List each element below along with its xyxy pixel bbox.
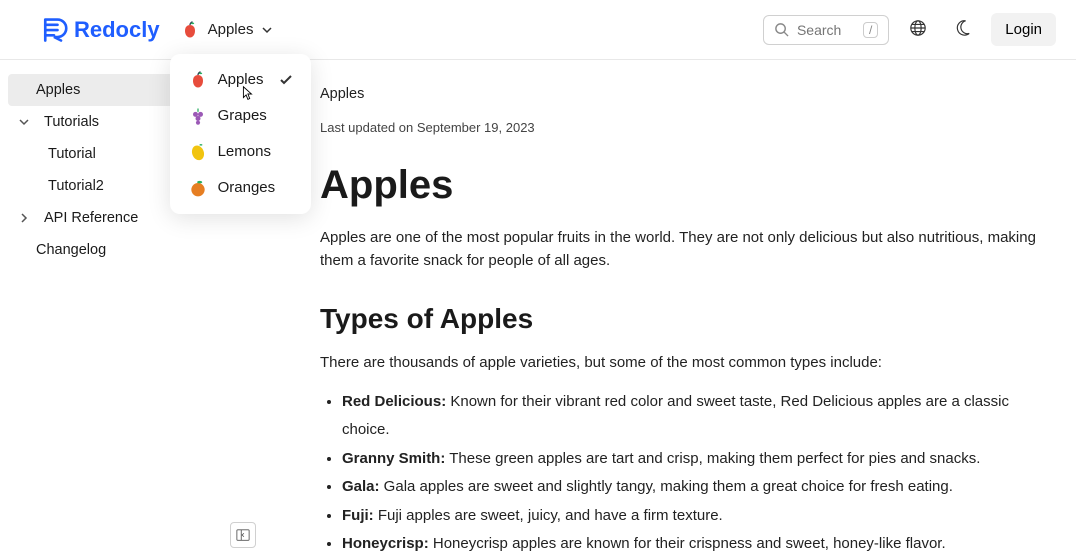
list-item: Red Delicious: Known for their vibrant r…: [342, 388, 1036, 445]
dropdown-item-lemons[interactable]: Lemons: [170, 134, 312, 170]
sidebar-item-changelog[interactable]: Changelog: [0, 234, 280, 266]
product-switcher: Apples Apples Grapes Lemons Oranges: [170, 14, 284, 46]
dropdown-label: Oranges: [218, 179, 276, 196]
list-item: Gala: Gala apples are sweet and slightly…: [342, 473, 1036, 502]
list-item: Granny Smith: These green apples are tar…: [342, 445, 1036, 474]
page-title: Apples: [320, 163, 1036, 208]
dropdown-item-oranges[interactable]: Oranges: [170, 170, 312, 206]
search-kbd: /: [863, 22, 878, 38]
chevron-right-icon: [18, 212, 30, 224]
product-current-label: Apples: [208, 21, 254, 38]
sidebar-item-label: API Reference: [44, 210, 138, 226]
sidebar-item-label: Tutorial: [48, 146, 96, 162]
sidebar-collapse-button[interactable]: [230, 522, 256, 548]
body: Apples Tutorials Tutorial Tutorial2 API …: [0, 60, 1076, 558]
logo[interactable]: Redocly: [40, 16, 160, 44]
dropdown-label: Lemons: [218, 143, 271, 160]
main-content: Apples Last updated on September 19, 202…: [280, 60, 1076, 558]
top-header: Redocly Apples Apples Grapes Lemons: [0, 0, 1076, 60]
chevron-down-icon: [18, 116, 30, 128]
dropdown-label: Grapes: [218, 107, 267, 124]
search-box[interactable]: /: [763, 15, 889, 45]
check-icon: [279, 73, 293, 87]
login-button[interactable]: Login: [991, 13, 1056, 46]
language-button[interactable]: [903, 13, 933, 46]
redocly-logo-icon: [40, 16, 68, 44]
sidebar-item-label: Changelog: [36, 242, 106, 258]
collapse-icon: [236, 528, 250, 542]
sidebar-item-label: Tutorials: [44, 114, 99, 130]
last-updated: Last updated on September 19, 2023: [320, 120, 1036, 135]
orange-icon: [188, 178, 208, 198]
search-icon: [774, 22, 789, 37]
globe-icon: [909, 19, 927, 37]
theme-toggle-button[interactable]: [947, 13, 977, 46]
apple-icon: [180, 20, 200, 40]
intro-paragraph: Apples are one of the most popular fruit…: [320, 226, 1036, 273]
lemon-icon: [188, 142, 208, 162]
logo-text: Redocly: [74, 17, 160, 43]
list-item: Honeycrisp: Honeycrisp apples are known …: [342, 530, 1036, 558]
chevron-down-icon: [261, 24, 273, 36]
sidebar-item-label: Apples: [36, 82, 80, 98]
cursor-pointer-icon: [238, 85, 256, 103]
list-item: Fuji: Fuji apples are sweet, juicy, and …: [342, 502, 1036, 531]
breadcrumb: Apples: [320, 86, 1036, 102]
header-right: / Login: [763, 13, 1056, 46]
types-list: Red Delicious: Known for their vibrant r…: [320, 388, 1036, 558]
product-switcher-button[interactable]: Apples: [170, 14, 284, 46]
apple-icon: [188, 70, 208, 90]
search-input[interactable]: [797, 22, 855, 38]
grapes-icon: [188, 106, 208, 126]
sidebar-item-label: Tutorial2: [48, 178, 104, 194]
product-dropdown: Apples Grapes Lemons Oranges: [170, 54, 312, 214]
section-heading: Types of Apples: [320, 303, 1036, 335]
moon-icon: [953, 19, 971, 37]
types-intro: There are thousands of apple varieties, …: [320, 351, 1036, 374]
